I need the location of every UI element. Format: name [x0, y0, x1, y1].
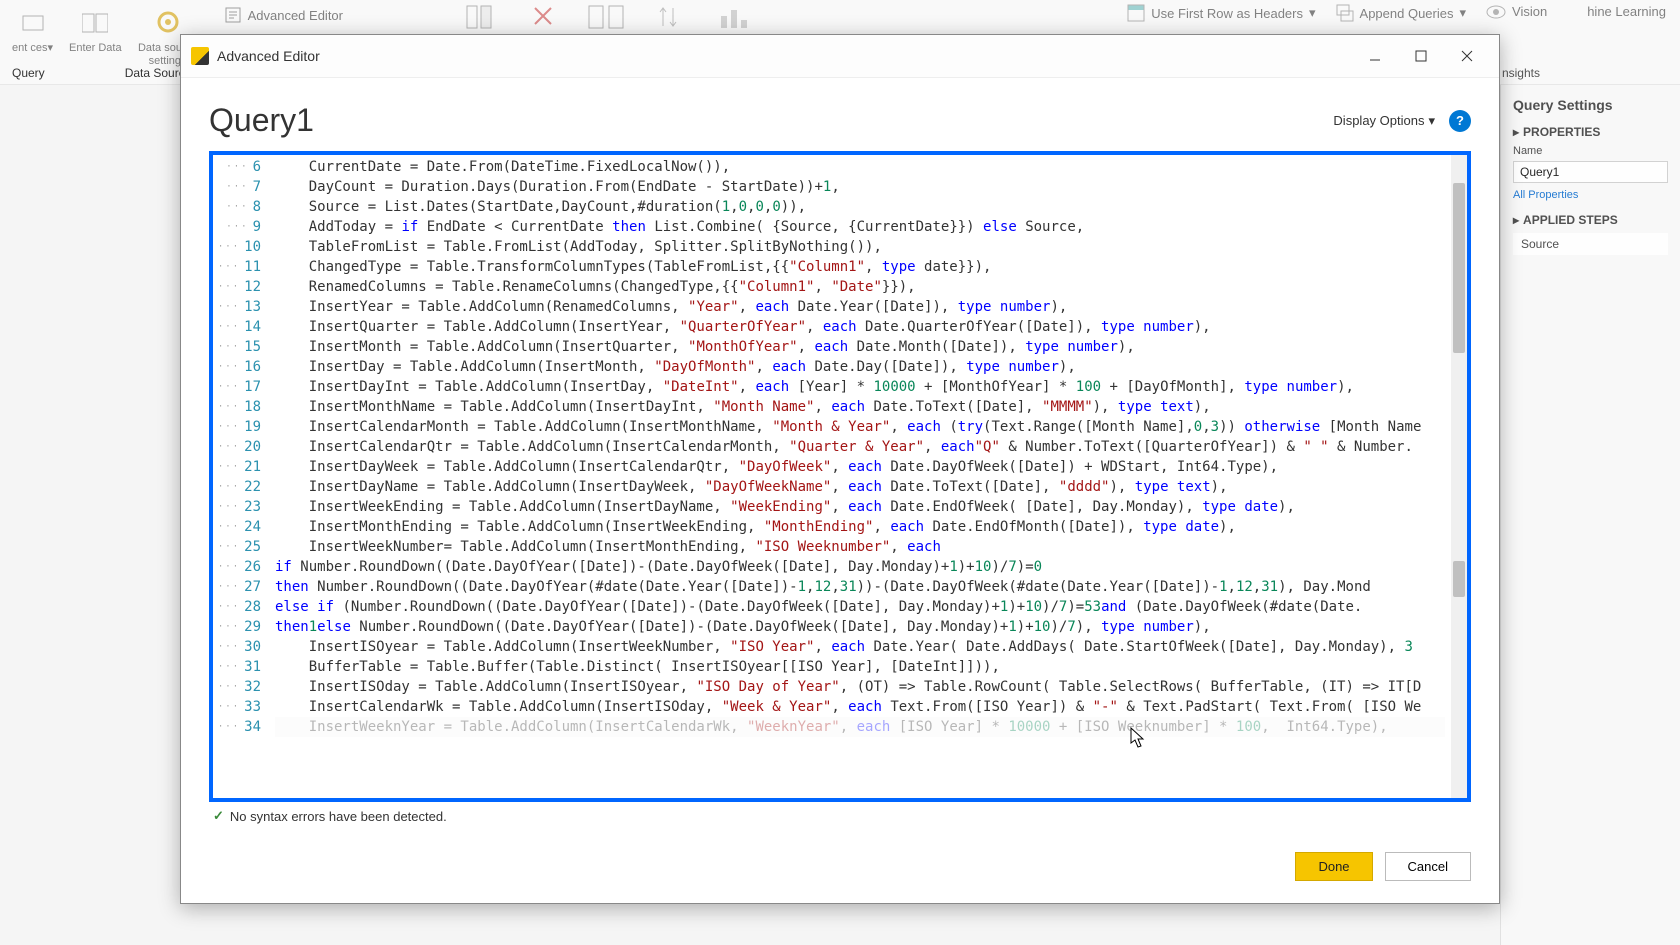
code-editor[interactable]: ···6···7···8···9···10···11···12···13···1…	[209, 151, 1471, 802]
vision-icon	[1486, 5, 1506, 19]
all-properties-link[interactable]: All Properties	[1513, 189, 1668, 201]
ribbon-category-labels: Query Data Sourc	[0, 62, 197, 84]
scroll-thumb[interactable]	[1453, 183, 1465, 353]
minimize-button[interactable]	[1353, 41, 1397, 71]
use-first-row-button[interactable]: Use First Row as Headers ▾	[1121, 2, 1321, 24]
columns-icon[interactable]	[465, 2, 501, 32]
properties-label: PROPERTIES	[1523, 125, 1600, 139]
query-header: Query1 Display Options ▾ ?	[209, 102, 1471, 139]
dialog-title: Advanced Editor	[217, 48, 320, 64]
vertical-scrollbar[interactable]	[1451, 155, 1467, 798]
append-queries-button[interactable]: Append Queries ▾	[1330, 2, 1472, 24]
tab-data-source: Data Sourc	[125, 66, 185, 80]
query-name-heading: Query1	[209, 102, 314, 139]
applied-steps-label: APPLIED STEPS	[1523, 213, 1618, 227]
code-text[interactable]: CurrentDate = Date.From(DateTime.FixedLo…	[269, 155, 1451, 798]
enter-data-button[interactable]: Enter Data	[65, 2, 126, 59]
scroll-thumb[interactable]	[1453, 561, 1465, 597]
tab-query: Query	[12, 66, 45, 80]
append-icon	[1336, 4, 1354, 22]
query-name-input[interactable]	[1513, 161, 1668, 183]
syntax-status: ✓ No syntax errors have been detected.	[209, 802, 1471, 824]
dialog-footer: Done Cancel	[181, 824, 1499, 903]
machine-learning-button[interactable]: hine Learning	[1581, 2, 1672, 21]
recent-label: ent ces	[12, 42, 47, 54]
chevron-down-icon: ▸	[1513, 213, 1519, 227]
dialog-titlebar[interactable]: Advanced Editor	[181, 35, 1499, 78]
chevron-down-icon: ▸	[1513, 125, 1519, 139]
status-text: No syntax errors have been detected.	[230, 809, 447, 824]
aq-label: Append Queries	[1360, 6, 1454, 21]
cancel-button[interactable]: Cancel	[1385, 852, 1471, 881]
applied-steps-section[interactable]: ▸ APPLIED STEPS	[1513, 213, 1668, 227]
mouse-cursor	[1130, 727, 1146, 749]
vision-button[interactable]: Vision	[1480, 2, 1553, 21]
ml-label: hine Learning	[1587, 4, 1666, 19]
chevron-down-icon: ▾	[1428, 113, 1435, 129]
panel-title: Query Settings	[1513, 97, 1668, 113]
query-settings-panel: Query Settings ▸ PROPERTIES Name All Pro…	[1500, 85, 1680, 945]
check-icon: ✓	[213, 808, 224, 824]
line-gutter: ···6···7···8···9···10···11···12···13···1…	[213, 155, 269, 798]
vision-label: Vision	[1512, 4, 1547, 19]
split-icon[interactable]	[587, 2, 627, 32]
recent-sources-button[interactable]: ent ces▾	[8, 2, 57, 59]
step-source[interactable]: Source	[1513, 233, 1668, 255]
stats-icon[interactable]	[717, 2, 757, 32]
advanced-editor-icon	[224, 6, 242, 24]
powerbi-icon	[191, 47, 209, 65]
sort-icon[interactable]	[657, 2, 687, 32]
remove-icon[interactable]	[531, 2, 557, 32]
close-button[interactable]	[1445, 41, 1489, 71]
done-button[interactable]: Done	[1295, 852, 1372, 881]
advanced-editor-dialog: Advanced Editor Query1 Display Options ▾…	[180, 34, 1500, 904]
display-options-label: Display Options	[1333, 113, 1424, 128]
enter-data-label: Enter Data	[69, 42, 122, 55]
display-options-dropdown[interactable]: Display Options ▾	[1333, 113, 1435, 129]
ufr-label: Use First Row as Headers	[1151, 6, 1303, 21]
help-button[interactable]: ?	[1449, 110, 1471, 132]
name-field-label: Name	[1513, 145, 1668, 157]
maximize-button[interactable]	[1399, 41, 1443, 71]
adv-ed-label: Advanced Editor	[248, 8, 343, 23]
insights-label: nsights	[1502, 66, 1540, 80]
advanced-editor-button[interactable]: Advanced Editor	[218, 4, 349, 26]
properties-section[interactable]: ▸ PROPERTIES	[1513, 125, 1668, 139]
table-header-icon	[1127, 4, 1145, 22]
